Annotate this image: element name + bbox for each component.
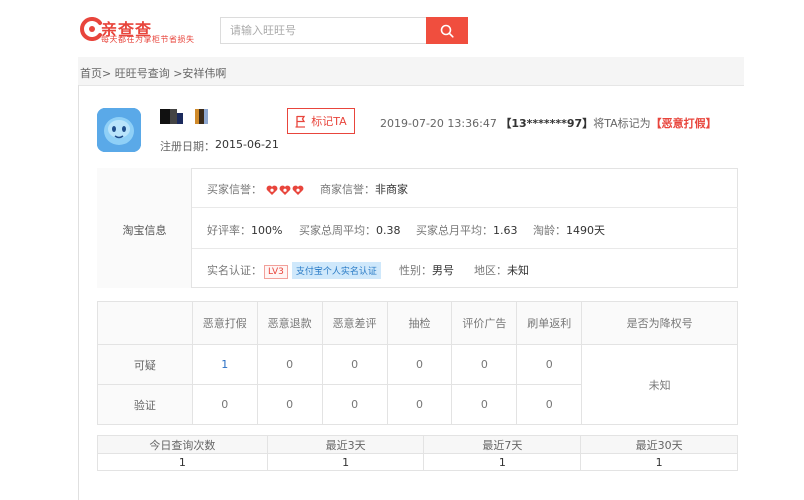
realname-label: 实名认证： (207, 264, 262, 277)
seller-credit-value: 非商家 (375, 183, 408, 196)
query-count-table: 今日查询次数 最近3天 最近7天 最近30天 1 1 1 1 (97, 435, 738, 471)
reg-date-value: 2015-06-21 (215, 138, 279, 151)
info-row-divider (192, 207, 738, 208)
record-tag: 【恶意打假】 (650, 117, 717, 130)
region-value: 未知 (507, 264, 529, 277)
table-cell: 0 (386, 344, 453, 385)
search-icon (440, 24, 454, 38)
column-header: 最近3天 (266, 435, 425, 454)
monthly-avg-value: 1.63 (493, 224, 518, 237)
good-rate-label: 好评率： (207, 224, 251, 237)
table-cell: 1 (266, 453, 425, 471)
reg-date-label: 注册日期： (160, 140, 215, 153)
table-corner-cell (97, 301, 193, 345)
wangwang-avatar-icon (97, 108, 141, 152)
avatar (97, 108, 141, 152)
risk-stats-table: 恶意打假 恶意退款 恶意差评 抽检 评价广告 刷单返利 是否为降权号 可疑 1 … (97, 301, 738, 425)
heart-icon (292, 185, 303, 195)
record-action: 将TA标记为 (593, 117, 651, 130)
table-header-row: 恶意打假 恶意退款 恶意差评 抽检 评价广告 刷单返利 是否为降权号 (97, 301, 738, 345)
table-cell-link[interactable]: 1 (191, 344, 258, 385)
table-cell: 0 (256, 344, 323, 385)
column-header: 最近7天 (423, 435, 582, 454)
row-header-verified: 验证 (97, 384, 193, 425)
mark-button-label: 标记TA (311, 115, 347, 128)
region-label: 地区： (474, 264, 507, 277)
table-cell: 0 (386, 384, 453, 425)
column-header: 是否为降权号 (581, 301, 738, 345)
taobao-age-row: 淘龄：1490天 (533, 222, 605, 238)
buyer-credit-label: 买家信誉： (207, 183, 262, 196)
column-header: 刷单返利 (516, 301, 583, 345)
seller-credit-row: 商家信誉：非商家 (320, 181, 408, 197)
breadcrumb[interactable]: 首页> 旺旺号查询 >安祥伟啊 (80, 65, 226, 81)
brand-slogan: 每天都在为掌柜节省损失 (101, 35, 195, 44)
table-cell: 0 (516, 344, 583, 385)
monthly-avg-row: 买家总月平均：1.63 (416, 222, 518, 238)
realname-row: 实名认证： LV3 支付宝个人实名认证 (207, 262, 381, 279)
row-header-suspect: 可疑 (97, 344, 193, 385)
level-badge: LV3 (264, 265, 288, 279)
buyer-credit-row: 买家信誉： (207, 181, 304, 197)
record-account: 【13*******97】 (500, 117, 594, 130)
table-cell: 0 (256, 384, 323, 425)
table-cell: 0 (321, 384, 388, 425)
mark-button[interactable]: 标记TA (287, 108, 355, 134)
flag-icon (295, 115, 306, 128)
search-button[interactable] (426, 17, 468, 44)
masked-username (160, 109, 208, 124)
content-border (78, 85, 79, 500)
weekly-avg-row: 买家总周平均：0.38 (299, 222, 401, 238)
weekly-avg-label: 买家总周平均： (299, 224, 376, 237)
gender-row: 性别：男号 (399, 262, 454, 278)
gender-value: 男号 (432, 264, 454, 277)
search-input[interactable] (220, 17, 426, 44)
table-cell: 0 (451, 344, 518, 385)
heart-icon (279, 185, 290, 195)
table-cell: 0 (321, 344, 388, 385)
gender-label: 性别： (399, 264, 432, 277)
column-header: 最近30天 (580, 435, 738, 454)
table-row: 可疑 1 0 0 0 0 0 未知 (97, 344, 738, 425)
table-cell: 1 (580, 453, 738, 471)
table-cell: 0 (516, 384, 583, 425)
monthly-avg-label: 买家总月平均： (416, 224, 493, 237)
mark-record: 2019-07-20 13:36:47 【13*******97】将TA标记为【… (380, 115, 717, 131)
weekly-avg-value: 0.38 (376, 224, 401, 237)
taobao-age-label: 淘龄： (533, 224, 566, 237)
taobao-info-label: 淘宝信息 (122, 224, 167, 237)
good-rate-value: 100% (251, 224, 283, 237)
taobao-age-value: 1490天 (566, 224, 605, 237)
region-row: 地区：未知 (474, 262, 529, 278)
column-header: 抽检 (386, 301, 453, 345)
table-header-row: 今日查询次数 最近3天 最近7天 最近30天 (97, 435, 738, 454)
table-row: 1 1 1 1 (97, 453, 738, 471)
column-header: 恶意差评 (321, 301, 388, 345)
column-header: 今日查询次数 (97, 435, 268, 454)
heart-icon (266, 185, 277, 195)
column-header: 恶意退款 (256, 301, 323, 345)
table-cell: 1 (423, 453, 582, 471)
good-rate-row: 好评率：100% (207, 222, 282, 238)
demotion-status: 未知 (581, 344, 738, 425)
seller-credit-label: 商家信誉： (320, 183, 375, 196)
column-header: 评价广告 (451, 301, 518, 345)
table-cell: 1 (97, 453, 268, 471)
buyer-credit-hearts (266, 185, 304, 196)
record-time: 2019-07-20 13:36:47 (380, 117, 497, 130)
alipay-verified-badge: 支付宝个人实名认证 (291, 262, 381, 279)
column-header: 恶意打假 (191, 301, 258, 345)
info-row-divider (192, 248, 738, 249)
table-cell: 0 (191, 384, 258, 425)
table-cell: 0 (451, 384, 518, 425)
